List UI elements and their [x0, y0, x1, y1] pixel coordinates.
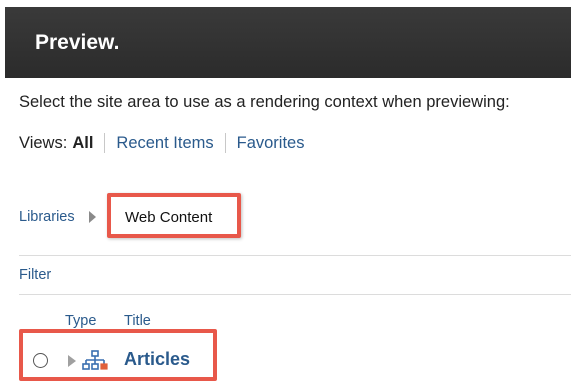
view-recent-items-link[interactable]: Recent Items [116, 134, 213, 153]
sitemap-icon [82, 350, 108, 370]
expand-arrow-icon[interactable] [68, 355, 76, 367]
views-separator [104, 133, 106, 153]
views-separator [224, 133, 226, 153]
column-header-type[interactable]: Type [65, 313, 96, 329]
row-title-link[interactable]: Articles [124, 349, 190, 370]
breadcrumb-arrow-icon [88, 211, 96, 223]
dialog-title: Preview. [35, 31, 120, 54]
breadcrumb-current: Web Content [125, 209, 213, 226]
divider [19, 294, 571, 295]
views-label: Views: [19, 133, 68, 152]
column-header-title[interactable]: Title [124, 313, 151, 329]
view-favorites-link[interactable]: Favorites [237, 134, 305, 153]
divider [19, 255, 571, 256]
breadcrumb-libraries-link[interactable]: Libraries [19, 209, 75, 225]
dialog-header: Preview. [5, 7, 571, 78]
breadcrumb: Libraries [19, 209, 104, 225]
instruction-text: Select the site area to use as a renderi… [19, 93, 510, 111]
views-bar: Views: All Recent Items Favorites [19, 133, 304, 153]
row-select-radio[interactable] [33, 353, 48, 368]
filter-link[interactable]: Filter [19, 267, 51, 283]
view-all[interactable]: All [72, 134, 93, 153]
